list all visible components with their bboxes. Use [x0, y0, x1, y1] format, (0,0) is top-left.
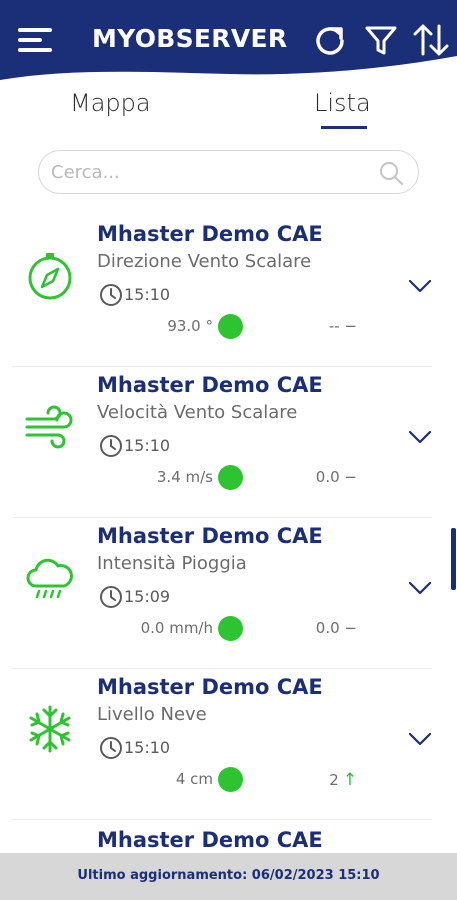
refresh-icon — [316, 27, 344, 55]
compass-icon — [28, 253, 72, 300]
app-title: MYOBSERVER — [92, 24, 288, 53]
sensor-name: Velocità Vento Scalare — [97, 402, 298, 423]
filter-icon — [365, 26, 397, 55]
station-name: Mhaster Demo CAE — [97, 675, 323, 699]
reading-trend: 0.0 − — [315, 619, 357, 637]
hamburger-menu-icon — [18, 28, 52, 52]
trend-up-arrow-icon: ↑ — [342, 770, 357, 790]
rain-cloud-icon — [26, 558, 73, 599]
search-icon[interactable] — [378, 160, 404, 186]
status-footer: Ultimo aggiornamento: 06/02/2023 15:10 — [0, 853, 457, 900]
tab-lista[interactable]: Lista — [314, 89, 371, 117]
chevron-down-icon[interactable] — [408, 429, 432, 445]
card-divider — [12, 819, 432, 820]
app-header: MYOBSERVER — [0, 0, 457, 85]
refresh-button[interactable] — [310, 20, 350, 60]
sensor-name: Livello Neve — [97, 704, 207, 725]
reading-time: 15:10 — [124, 436, 171, 455]
sensor-card[interactable]: Mhaster Demo CAE Intensità Pioggia 15:09… — [0, 518, 457, 669]
chevron-down-icon[interactable] — [408, 731, 432, 747]
chevron-down-icon[interactable] — [408, 580, 432, 596]
reading-time: 15:10 — [124, 738, 171, 757]
reading-trend: -- − — [328, 317, 357, 335]
menu-button[interactable] — [16, 24, 56, 56]
sensor-card[interactable]: Mhaster Demo CAE Livello Neve 15:10 4 cm… — [0, 669, 457, 820]
status-dot — [218, 767, 243, 792]
last-update-text: Ultimo aggiornamento: 06/02/2023 15:10 — [77, 868, 380, 883]
sensor-name: Intensità Pioggia — [97, 553, 247, 574]
status-dot — [218, 314, 243, 339]
active-tab-indicator — [321, 126, 367, 129]
trend-value: 2 — [329, 771, 339, 789]
wind-icon — [25, 405, 73, 449]
filter-button[interactable] — [361, 20, 401, 60]
reading-value: 3.4 m/s — [156, 468, 213, 486]
clock-icon — [100, 737, 122, 759]
status-dot — [218, 465, 243, 490]
sensor-name: Direzione Vento Scalare — [97, 251, 312, 272]
chevron-down-icon[interactable] — [408, 278, 432, 294]
search-input[interactable] — [51, 157, 371, 187]
reading-time: 15:09 — [124, 587, 171, 606]
reading-value: 93.0 ° — [167, 317, 213, 335]
view-tabs: Mappa Lista — [0, 85, 457, 135]
clock-icon — [100, 435, 122, 457]
sort-icon — [413, 24, 449, 56]
clock-icon — [100, 284, 122, 306]
snowflake-icon — [29, 705, 71, 753]
station-name: Mhaster Demo CAE — [97, 222, 323, 246]
status-dot — [218, 616, 243, 641]
station-name: Mhaster Demo CAE — [97, 373, 323, 397]
reading-time: 15:10 — [124, 285, 171, 304]
clock-icon — [100, 586, 122, 608]
scrollbar-thumb[interactable] — [451, 528, 456, 590]
reading-value: 0.0 mm/h — [140, 619, 213, 637]
station-name: Mhaster Demo CAE — [97, 828, 323, 852]
reading-value: 4 cm — [175, 770, 213, 788]
reading-trend: 2 ↑ — [329, 770, 357, 790]
reading-trend: 0.0 − — [315, 468, 357, 486]
tab-mappa[interactable]: Mappa — [70, 89, 151, 117]
sensor-card[interactable]: Mhaster Demo CAE Direzione Vento Scalare… — [0, 216, 457, 367]
search-bar — [38, 150, 419, 194]
station-name: Mhaster Demo CAE — [97, 524, 323, 548]
sensor-card[interactable]: Mhaster Demo CAE Velocità Vento Scalare … — [0, 367, 457, 518]
sort-button[interactable] — [411, 20, 451, 60]
